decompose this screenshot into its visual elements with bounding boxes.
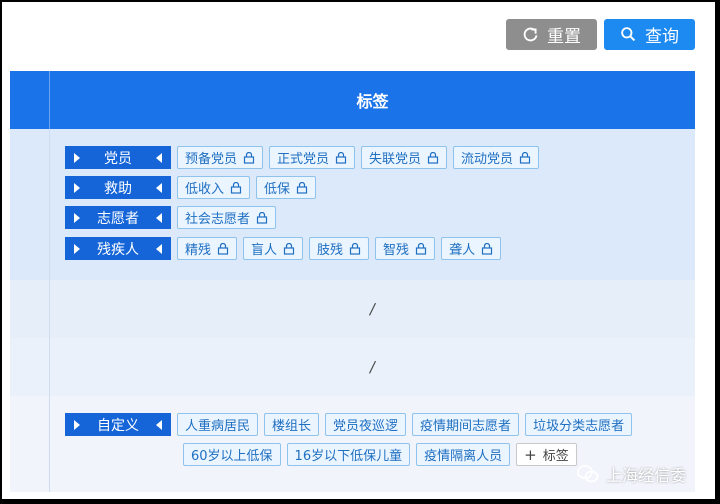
tag-chip[interactable]: 正式党员	[269, 146, 356, 169]
lock-icon	[230, 181, 242, 194]
wechat-icon	[577, 465, 599, 483]
empty-row: /	[10, 338, 695, 396]
collapse-icon	[156, 243, 162, 254]
expand-icon	[74, 152, 80, 163]
plus-icon: +	[524, 445, 537, 464]
category-toggle[interactable]: 志愿者	[65, 206, 171, 229]
tag-chip[interactable]: 智残	[375, 237, 436, 260]
tag-chip[interactable]: 垃圾分类志愿者	[525, 413, 633, 436]
category-toggle[interactable]: 救助	[65, 176, 171, 199]
category-row-disabled: 残疾人 精残 盲人 肢残 智残 聋人	[65, 237, 502, 260]
tag-chip[interactable]: 低保	[256, 176, 317, 199]
collapse-icon	[156, 212, 162, 223]
watermark: 上海经信委	[576, 462, 686, 486]
expand-icon	[74, 212, 80, 223]
tag-chip[interactable]: 流动党员	[453, 146, 540, 169]
collapse-icon	[156, 152, 162, 163]
tag-chip[interactable]: 党员夜巡逻	[325, 413, 407, 436]
tag-chip[interactable]: 楼组长	[264, 413, 320, 436]
tag-chip[interactable]: 精残	[177, 237, 238, 260]
tag-chip[interactable]: 疫情期间志愿者	[412, 413, 520, 436]
category-row-volunteer: 志愿者 社会志愿者	[65, 206, 277, 229]
search-icon	[621, 27, 636, 42]
tag-chip[interactable]: 低收入	[177, 176, 251, 199]
header-gutter	[10, 71, 50, 129]
category-row-custom: 自定义 人重病居民 楼组长 党员夜巡逻 疫情期间志愿者 垃圾分类志愿者	[65, 413, 633, 436]
empty-placeholder: /	[368, 300, 377, 318]
app-frame: 重置 查询 标签 / / 党员 预备党员 正式党员 失联党员 流动党员 救助 低…	[2, 2, 715, 499]
tag-chip[interactable]: 疫情隔离人员	[416, 443, 511, 466]
lock-icon	[296, 181, 308, 194]
lock-icon	[481, 242, 493, 255]
lock-icon	[519, 151, 531, 164]
tag-chip[interactable]: 人重病居民	[177, 413, 259, 436]
lock-icon	[335, 151, 347, 164]
category-toggle[interactable]: 残疾人	[65, 237, 171, 260]
lock-icon	[283, 242, 295, 255]
collapse-icon	[156, 419, 162, 430]
tag-chip[interactable]: 60岁以上低保	[183, 443, 281, 466]
tag-chip[interactable]: 肢残	[309, 237, 370, 260]
lock-icon	[217, 242, 229, 255]
tag-chip[interactable]: 社会志愿者	[177, 206, 277, 229]
reset-button[interactable]: 重置	[506, 19, 597, 50]
lock-icon	[243, 151, 255, 164]
category-toggle[interactable]: 党员	[65, 146, 171, 169]
lock-icon	[349, 242, 361, 255]
query-button-label: 查询	[645, 27, 679, 47]
header-title: 标签	[356, 92, 389, 111]
empty-row: /	[10, 280, 695, 338]
query-button[interactable]: 查询	[604, 19, 695, 50]
tag-chip[interactable]: 预备党员	[177, 146, 264, 169]
expand-icon	[74, 182, 80, 193]
category-toggle[interactable]: 自定义	[65, 413, 171, 436]
lock-icon	[427, 151, 439, 164]
table-header: 标签	[10, 71, 695, 129]
expand-icon	[74, 419, 80, 430]
tag-chip[interactable]: 失联党员	[361, 146, 448, 169]
empty-placeholder: /	[368, 358, 377, 376]
tag-chip[interactable]: 聋人	[441, 237, 502, 260]
category-row-aid: 救助 低收入 低保	[65, 176, 317, 199]
reset-button-label: 重置	[547, 27, 581, 47]
collapse-icon	[156, 182, 162, 193]
lock-icon	[256, 211, 268, 224]
watermark-text: 上海经信委	[606, 466, 687, 485]
add-tag-button[interactable]: + 标签	[516, 443, 577, 466]
expand-icon	[74, 243, 80, 254]
category-row-party: 党员 预备党员 正式党员 失联党员 流动党员	[65, 146, 540, 169]
tag-chip[interactable]: 16岁以下低保儿童	[286, 443, 411, 466]
lock-icon	[415, 242, 427, 255]
custom-tags-row-2: 60岁以上低保 16岁以下低保儿童 疫情隔离人员 + 标签	[183, 443, 577, 466]
tag-chip[interactable]: 盲人	[243, 237, 304, 260]
refresh-icon	[523, 27, 538, 42]
